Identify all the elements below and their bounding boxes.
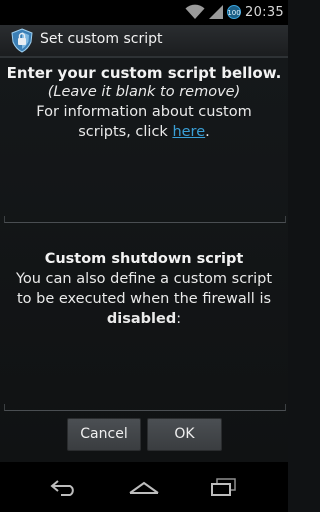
svg-text:100: 100	[227, 9, 240, 17]
shutdown-text-line1: You can also define a custom script	[15, 271, 273, 287]
startup-instruction: Enter your custom script bellow.	[6, 64, 282, 82]
home-icon[interactable]	[124, 474, 164, 500]
disabled-word: disabled	[106, 311, 177, 327]
recent-apps-icon[interactable]	[204, 474, 244, 500]
dialog-content: Enter your custom script bellow. (Leave …	[0, 58, 288, 462]
wifi-icon	[185, 4, 205, 20]
dialog-title: Set custom script	[40, 31, 163, 47]
shutdown-text-line3: disabled:	[0, 311, 288, 327]
navigation-bar	[0, 462, 288, 512]
back-icon[interactable]	[44, 474, 84, 500]
shutdown-heading: Custom shutdown script	[44, 251, 244, 267]
help-link[interactable]: here	[172, 124, 205, 140]
info-text-line1: For information about custom	[36, 104, 252, 120]
status-icons: 100 20:35	[185, 3, 284, 21]
colon: :	[176, 311, 182, 327]
status-bar: 100 20:35	[0, 0, 288, 25]
afwall-shield-icon[interactable]	[10, 28, 34, 53]
shutdown-text-line2: to be executed when the firewall is	[16, 291, 272, 307]
battery-icon: 100	[227, 4, 242, 20]
info-text-prefix: scripts, click	[78, 124, 173, 140]
startup-script-input[interactable]	[4, 216, 286, 223]
startup-hint: (Leave it blank to remove)	[47, 84, 241, 100]
shutdown-script-input[interactable]	[4, 404, 286, 411]
signal-icon	[209, 4, 224, 20]
info-text-line2: scripts, click here.	[0, 124, 288, 140]
cancel-button[interactable]: Cancel	[67, 418, 141, 451]
ok-button[interactable]: OK	[147, 418, 222, 451]
status-clock: 20:35	[245, 4, 284, 20]
info-text-suffix: .	[205, 124, 210, 140]
action-bar: Set custom script	[0, 25, 288, 58]
